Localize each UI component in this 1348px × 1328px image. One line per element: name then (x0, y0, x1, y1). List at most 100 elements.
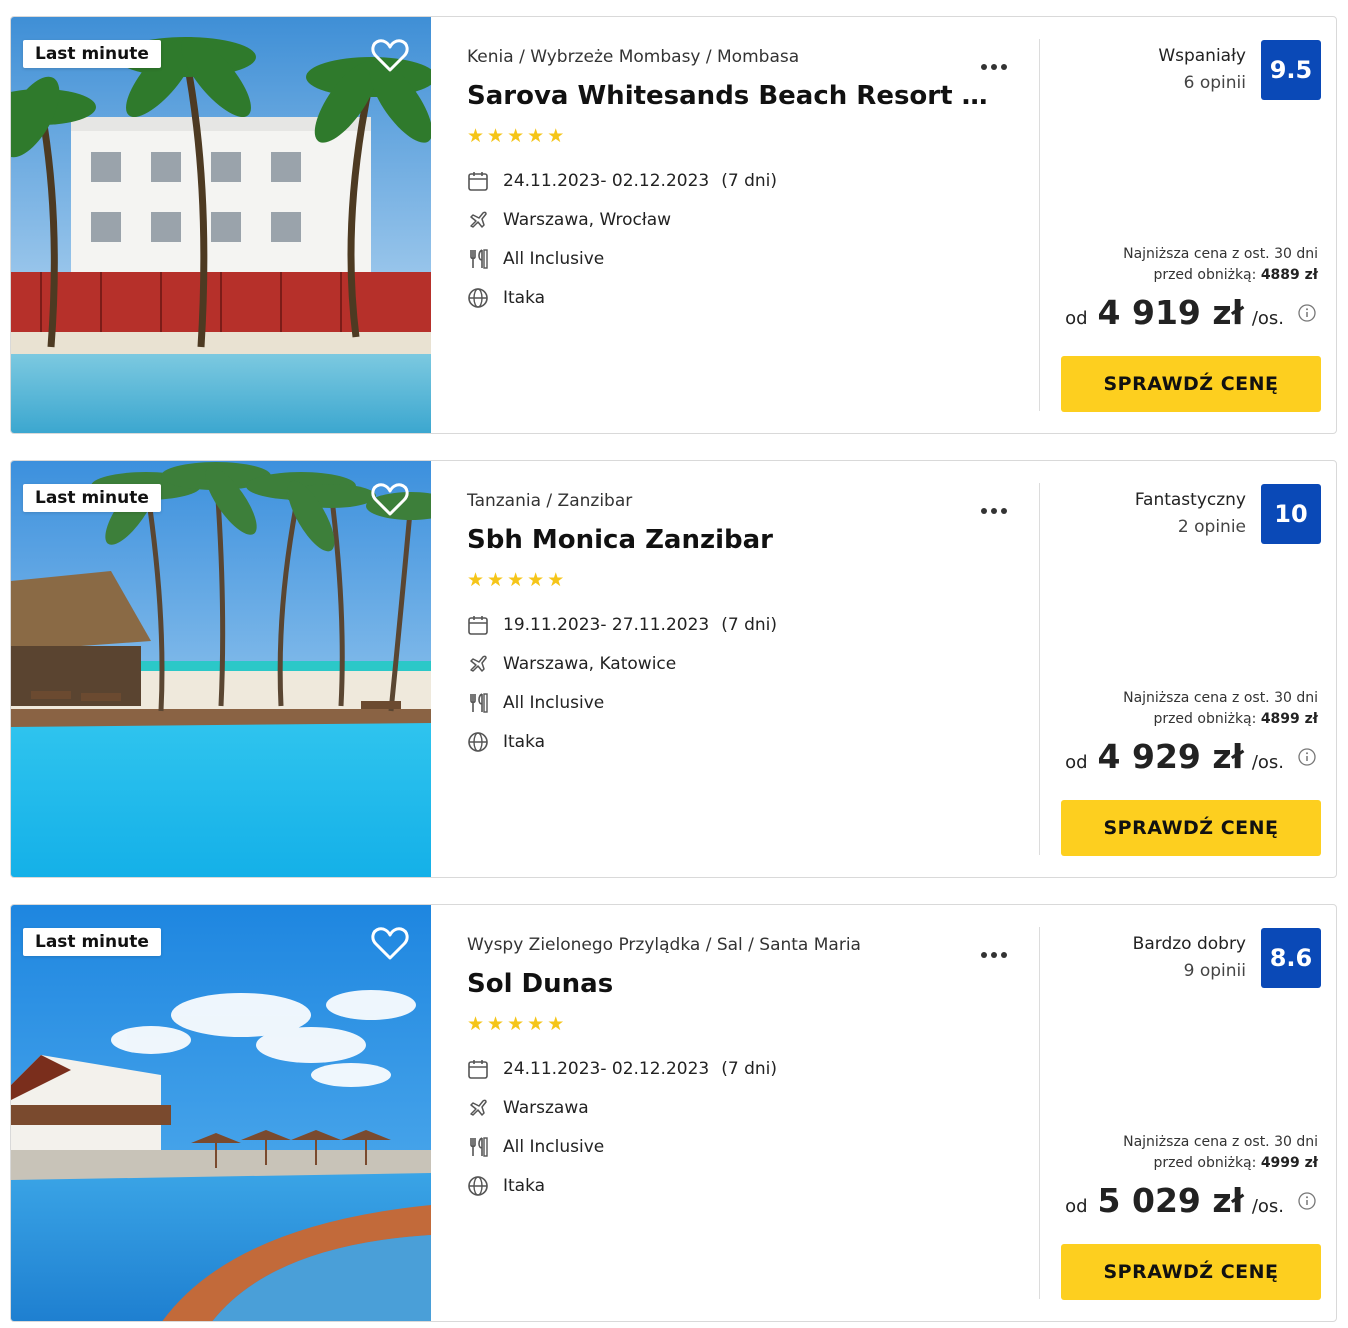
departure-row: Warszawa (467, 1097, 589, 1119)
more-dots-icon[interactable] (981, 943, 1015, 958)
star-icon: ★ (507, 1013, 525, 1035)
score-badge: 10 (1261, 484, 1321, 544)
offer-card[interactable]: Last minute Wyspy Zielonego Przylądka / … (10, 904, 1337, 1322)
last-minute-badge: Last minute (23, 484, 161, 512)
lowest-price-prefix: przed obniżką: (1153, 711, 1257, 727)
tour-operator: Itaka (503, 732, 546, 752)
review-count[interactable]: 6 opinii (1158, 70, 1246, 97)
price-from-label: od (1065, 752, 1088, 773)
star-icon: ★ (487, 125, 505, 147)
location-breadcrumb[interactable]: Kenia / Wybrzeże Mombasy / Mombasa (467, 47, 799, 67)
departure-row: Warszawa, Katowice (467, 653, 676, 675)
board-row: All Inclusive (467, 692, 604, 714)
check-price-button[interactable]: SPRAWDŹ CENĘ (1061, 356, 1321, 412)
location-breadcrumb[interactable]: Wyspy Zielonego Przylądka / Sal / Santa … (467, 935, 861, 955)
lowest-price-note: Najniższa cena z ost. 30 dni przed obniż… (1123, 688, 1318, 730)
rating-summary[interactable]: Bardzo dobry 9 opinii (1133, 931, 1246, 985)
hotel-name[interactable]: Sol Dunas (467, 969, 1007, 999)
offer-card[interactable]: Last minute Tanzania / Zanzibar Sbh Moni… (10, 460, 1337, 878)
departure-row: Warszawa, Wrocław (467, 209, 671, 231)
lowest-price-value: 4999 zł (1260, 1155, 1318, 1171)
hotel-photo[interactable]: Last minute (11, 461, 431, 877)
operator-row: Itaka (467, 1175, 545, 1197)
lowest-price-note: Najniższa cena z ost. 30 dni przed obniż… (1123, 1132, 1318, 1174)
more-dots-icon[interactable] (981, 499, 1015, 514)
star-icon: ★ (507, 569, 525, 591)
departure-cities: Warszawa, Wrocław (503, 210, 672, 230)
hotel-photo[interactable]: Last minute (11, 905, 431, 1321)
price-unit: /os. (1251, 308, 1284, 329)
departure-cities: Warszawa (503, 1098, 589, 1118)
info-circle-icon[interactable] (1298, 303, 1316, 322)
star-icon: ★ (547, 125, 565, 147)
lowest-price-note: Najniższa cena z ost. 30 dni przed obniż… (1123, 244, 1318, 286)
more-dots-icon[interactable] (981, 55, 1015, 70)
rating-summary[interactable]: Fantastyczny 2 opinie (1135, 487, 1246, 541)
dates-row: 24.11.2023- 02.12.2023 (7 dni) (467, 1058, 777, 1080)
dates-row: 24.11.2023- 02.12.2023 (7 dni) (467, 170, 777, 192)
lowest-price-label: Najniższa cena z ost. 30 dni (1123, 1134, 1318, 1150)
operator-row: Itaka (467, 287, 545, 309)
board-row: All Inclusive (467, 1136, 604, 1158)
price-from-label: od (1065, 308, 1088, 329)
star-icon: ★ (547, 1013, 565, 1035)
star-icon: ★ (487, 569, 505, 591)
check-price-button[interactable]: SPRAWDŹ CENĘ (1061, 1244, 1321, 1300)
star-icon: ★ (467, 569, 485, 591)
lowest-price-prefix: przed obniżką: (1153, 267, 1257, 283)
board-row: All Inclusive (467, 248, 604, 270)
offer-card[interactable]: Last minute Kenia / Wybrzeże Mombasy / M… (10, 16, 1337, 434)
price-amount: 4 929 zł (1097, 737, 1244, 776)
price-block: od 4 929 zł /os. (1065, 737, 1316, 776)
info-circle-icon[interactable] (1298, 747, 1316, 766)
divider (1039, 483, 1040, 855)
star-icon: ★ (527, 125, 545, 147)
last-minute-badge: Last minute (23, 40, 161, 68)
board-type: All Inclusive (503, 249, 605, 269)
rating-summary[interactable]: Wspaniały 6 opinii (1158, 43, 1246, 97)
review-count[interactable]: 9 opinii (1133, 958, 1246, 985)
travel-dates: 19.11.2023- 27.11.2023 (503, 615, 710, 635)
star-icon: ★ (527, 569, 545, 591)
board-type: All Inclusive (503, 693, 605, 713)
price-unit: /os. (1251, 752, 1284, 773)
hotel-name[interactable]: Sarova Whitesands Beach Resort & S... (467, 81, 1007, 111)
tour-operator: Itaka (503, 1176, 546, 1196)
plane-icon (470, 211, 487, 228)
dates-row: 19.11.2023- 27.11.2023 (7 dni) (467, 614, 777, 636)
lowest-price-prefix: przed obniżką: (1153, 1155, 1257, 1171)
star-icon: ★ (467, 1013, 485, 1035)
heart-outline-icon[interactable] (371, 925, 409, 961)
price-from-label: od (1065, 1196, 1088, 1217)
hotel-photo[interactable]: Last minute (11, 17, 431, 433)
star-rating: ★ ★ ★ ★ ★ (467, 125, 565, 147)
score-badge: 9.5 (1261, 40, 1321, 100)
star-icon: ★ (507, 125, 525, 147)
lowest-price-label: Najniższa cena z ost. 30 dni (1123, 246, 1318, 262)
heart-outline-icon[interactable] (371, 481, 409, 517)
price-block: od 5 029 zł /os. (1065, 1181, 1316, 1220)
travel-dates: 24.11.2023- 02.12.2023 (503, 171, 710, 191)
trip-duration: (7 dni) (721, 171, 777, 191)
travel-dates: 24.11.2023- 02.12.2023 (503, 1059, 710, 1079)
last-minute-badge: Last minute (23, 928, 161, 956)
hotel-name[interactable]: Sbh Monica Zanzibar (467, 525, 1007, 555)
globe-icon (468, 288, 488, 308)
review-count[interactable]: 2 opinie (1135, 514, 1246, 541)
trip-duration: (7 dni) (721, 1059, 777, 1079)
calendar-icon (468, 172, 488, 191)
cutlery-icon (470, 693, 488, 713)
lowest-price-label: Najniższa cena z ost. 30 dni (1123, 690, 1318, 706)
location-breadcrumb[interactable]: Tanzania / Zanzibar (467, 491, 632, 511)
star-icon: ★ (467, 125, 485, 147)
rating-label: Fantastyczny (1134, 490, 1246, 510)
board-type: All Inclusive (503, 1137, 605, 1157)
check-price-button[interactable]: SPRAWDŹ CENĘ (1061, 800, 1321, 856)
star-rating: ★ ★ ★ ★ ★ (467, 1013, 565, 1035)
star-icon: ★ (527, 1013, 545, 1035)
price-amount: 4 919 zł (1097, 293, 1244, 332)
star-icon: ★ (547, 569, 565, 591)
heart-outline-icon[interactable] (371, 37, 409, 73)
info-circle-icon[interactable] (1298, 1191, 1316, 1210)
star-rating: ★ ★ ★ ★ ★ (467, 569, 565, 591)
